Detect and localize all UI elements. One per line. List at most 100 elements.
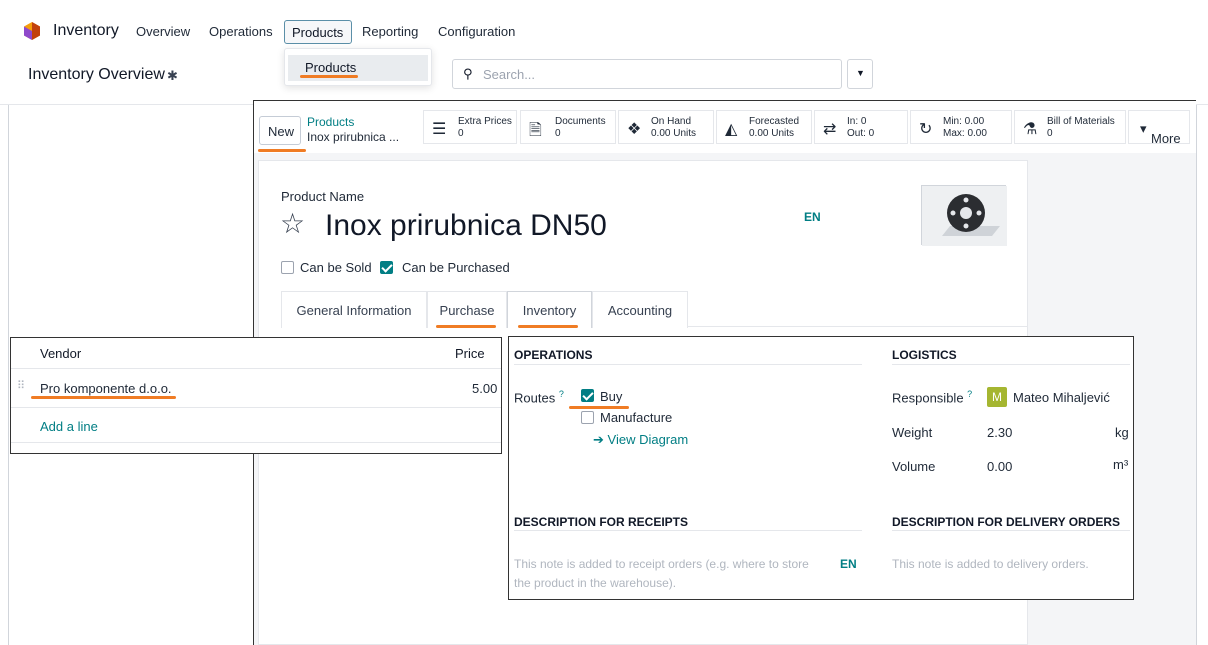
column-header-vendor[interactable]: Vendor (40, 346, 81, 361)
breadcrumb-current: Inox prirubnica ... (307, 130, 400, 144)
smart-button-value: 0.00 Units (749, 128, 795, 139)
gear-icon[interactable]: ✱ (167, 68, 178, 84)
document-icon: 🗎 (529, 122, 542, 139)
route-manufacture-label: Manufacture (600, 410, 673, 425)
help-tooltip-icon: ? (558, 389, 564, 399)
divider (514, 530, 862, 531)
operations-section-title: OPERATIONS (514, 348, 593, 362)
receipts-description-title: DESCRIPTION FOR RECEIPTS (514, 515, 689, 529)
list-icon: ☰ (432, 121, 447, 138)
nav-products[interactable]: Products (284, 20, 352, 44)
nav-operations[interactable]: Operations (209, 24, 273, 39)
vendor-cell[interactable]: Pro komponente d.o.o. (40, 381, 172, 396)
avatar: M (987, 387, 1007, 407)
route-manufacture-checkbox[interactable] (581, 411, 594, 424)
drag-handle-icon[interactable]: ⠿ (17, 379, 25, 392)
weight-field[interactable]: 2.30 (987, 425, 1012, 440)
product-name-field[interactable]: Inox prirubnica DN50 (325, 209, 607, 243)
caret-down-icon: ▼ (856, 68, 865, 78)
help-tooltip-icon: ? (967, 389, 973, 399)
logistics-section-title: LOGISTICS (892, 348, 957, 362)
smart-button-value: Out: 0 (847, 128, 875, 139)
route-buy-label: Buy (600, 389, 623, 404)
smart-button-in-out[interactable]: ⇄ In: 0 Out: 0 (814, 110, 908, 144)
can-be-sold-label: Can be Sold (300, 260, 372, 275)
highlight-underline (300, 75, 358, 78)
more-button-label: More ▾ (1140, 121, 1181, 146)
responsible-field[interactable]: Mateo Mihaljević (1013, 390, 1110, 405)
flange-image (922, 186, 1007, 246)
nav-configuration[interactable]: Configuration (438, 24, 515, 39)
divider (514, 364, 862, 365)
tab-accounting[interactable]: Accounting (592, 291, 688, 328)
tab-label: Inventory (522, 303, 577, 318)
divider (11, 407, 501, 408)
page-title: Inventory Overview (28, 66, 165, 83)
divider (8, 105, 9, 645)
smart-button-value: 0 (458, 128, 464, 139)
product-image[interactable] (921, 185, 1007, 246)
language-tag[interactable]: EN (804, 210, 821, 224)
divider (892, 364, 1130, 365)
receipts-note-line: This note is added to receipt orders (e.… (514, 557, 809, 571)
highlight-underline (436, 325, 496, 328)
smart-button-documents[interactable]: 🗎 Documents 0 (520, 110, 616, 144)
nav-reporting[interactable]: Reporting (362, 24, 418, 39)
divider (11, 442, 501, 443)
view-diagram-link[interactable]: ➔ View Diagram (593, 432, 688, 448)
nav-products-label: Products (292, 25, 344, 40)
nav-overview[interactable]: Overview (136, 24, 190, 39)
tab-general-information[interactable]: General Information (281, 291, 427, 328)
inventory-app-icon[interactable] (24, 22, 40, 40)
responsible-label: Responsible ? (892, 389, 973, 406)
smart-button-min-max[interactable]: ↻ Min: 0.00 Max: 0.00 (910, 110, 1012, 144)
column-header-price[interactable]: Price (455, 346, 485, 361)
smart-button-label: On Hand (651, 116, 692, 127)
vendor-pricelist-panel: Vendor Price ⠿ Pro komponente d.o.o. 5.0… (10, 337, 502, 454)
tab-purchase[interactable]: Purchase (427, 291, 507, 328)
breadcrumb-products[interactable]: Products (307, 115, 354, 129)
can-be-sold-checkbox[interactable] (281, 261, 294, 274)
routes-label: Routes ? (514, 389, 564, 406)
exchange-icon: ⇄ (823, 121, 837, 138)
route-buy-checkbox[interactable] (581, 389, 594, 402)
new-button[interactable]: New (259, 116, 301, 145)
receipts-description-field[interactable]: This note is added to receipt orders (e.… (514, 557, 809, 590)
new-button-label: New (268, 124, 295, 139)
smart-button-extra-prices[interactable]: ☰ Extra Prices 0 (423, 110, 517, 144)
delivery-description-title: DESCRIPTION FOR DELIVERY ORDERS (892, 515, 1121, 529)
smart-button-value: 0.00 Units (651, 128, 697, 139)
tab-label: Purchase (439, 303, 495, 318)
smart-button-label: Documents (555, 116, 606, 127)
product-name-label: Product Name (281, 189, 365, 204)
add-line-link[interactable]: Add a line (40, 419, 98, 434)
volume-unit: m³ (1113, 457, 1129, 472)
smart-button-bill-of-materials[interactable]: ⚗ Bill of Materials 0 (1014, 110, 1126, 144)
tab-label: Accounting (607, 303, 673, 318)
search-input[interactable]: ⚲ Search... (452, 59, 842, 89)
tab-inventory[interactable]: Inventory (507, 291, 592, 328)
price-cell[interactable]: 5.00 (472, 381, 497, 396)
highlight-underline (31, 396, 176, 399)
smart-button-on-hand[interactable]: ❖ On Hand 0.00 Units (618, 110, 714, 144)
highlight-underline (569, 406, 629, 409)
weight-label: Weight (892, 425, 933, 440)
can-be-purchased-checkbox[interactable] (380, 261, 393, 274)
volume-field[interactable]: 0.00 (987, 459, 1012, 474)
nav-app-name[interactable]: Inventory (53, 22, 119, 40)
area-chart-icon: ◭ (725, 121, 738, 138)
delivery-description-field[interactable]: This note is added to delivery orders. (892, 557, 1089, 571)
table-row[interactable]: ⠿ Pro komponente d.o.o. 5.00 (11, 369, 501, 407)
smart-button-label: In: 0 (847, 116, 867, 127)
language-tag[interactable]: EN (840, 557, 857, 571)
smart-button-value: 0 (1047, 128, 1053, 139)
smart-button-forecasted[interactable]: ◭ Forecasted 0.00 Units (716, 110, 812, 144)
smart-button-value: Max: 0.00 (943, 128, 987, 139)
tab-label: General Information (296, 303, 412, 318)
search-options-toggle[interactable]: ▼ (847, 59, 873, 89)
weight-unit: kg (1115, 425, 1129, 440)
search-placeholder: Search... (483, 67, 536, 82)
star-icon[interactable]: ☆ (280, 207, 305, 240)
inventory-tab-panel: OPERATIONS Routes ? Buy Manufacture ➔ Vi… (508, 336, 1134, 600)
more-button[interactable]: More ▾ (1128, 110, 1190, 146)
